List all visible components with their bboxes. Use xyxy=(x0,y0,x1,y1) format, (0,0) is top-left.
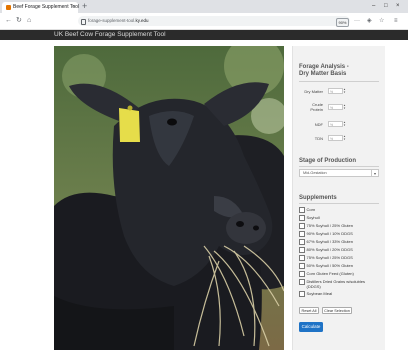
supplement-option[interactable]: 67% Soyhull / 33% Gluten xyxy=(299,239,379,245)
checkbox[interactable] xyxy=(299,263,305,269)
checkbox[interactable] xyxy=(299,255,305,261)
ndf-input[interactable]: % xyxy=(328,121,343,127)
checkbox[interactable] xyxy=(299,223,305,229)
address-bar[interactable]: forage-supplement-tool.ky.edu xyxy=(78,16,350,26)
back-icon[interactable]: ← xyxy=(5,13,12,29)
checkbox[interactable] xyxy=(299,279,305,285)
dry-matter-input[interactable]: % xyxy=(328,88,343,94)
ndf-label: NDF xyxy=(314,122,323,127)
supplement-option[interactable]: Corn Gluten Feed (Gluten) xyxy=(299,271,379,277)
close-window-icon[interactable]: × xyxy=(396,0,400,13)
dry-matter-label: Dry Matter xyxy=(304,89,323,94)
dry-matter-spinner-icon[interactable]: ▴ ▾ xyxy=(342,88,347,94)
divider xyxy=(299,203,379,204)
forage-title-line2: Dry Matter Basis xyxy=(299,71,347,77)
tdn-spinner-icon[interactable]: ▴ ▾ xyxy=(342,135,347,141)
forage-title-line1: Forage Analysis - xyxy=(299,64,349,70)
bookmark-star-icon[interactable]: ☆ xyxy=(379,13,384,29)
supplements-title: Supplements xyxy=(299,195,337,201)
crude-protein-spinner-icon[interactable]: ▴ ▾ xyxy=(342,104,347,110)
crude-protein-label-line2: Protein xyxy=(310,107,323,112)
checkbox[interactable] xyxy=(299,271,305,277)
supplement-option[interactable]: 90% Soyhull / 10% DDGS xyxy=(299,231,379,237)
browser-tab[interactable]: Beef Forage Supplement Tool × xyxy=(2,2,80,13)
stage-select[interactable]: Mid-Gestation ▾ xyxy=(299,169,379,177)
tdn-input[interactable]: % xyxy=(328,135,343,141)
supplement-option[interactable]: Distillers Dried Grains w/solubles (DDGS… xyxy=(299,279,379,289)
checkbox[interactable] xyxy=(299,215,305,221)
menu-icon[interactable]: ≡ xyxy=(394,13,398,29)
checkbox[interactable] xyxy=(299,247,305,253)
chevron-down-icon: ▾ xyxy=(371,170,378,177)
ndf-spinner-icon[interactable]: ▴ ▾ xyxy=(342,121,347,127)
supplement-option[interactable]: 75% Soyhull / 25% Gluten xyxy=(299,223,379,229)
tdn-label: TDN xyxy=(314,136,323,141)
app-title: UK Beef Cow Forage Supplement Tool xyxy=(54,31,166,38)
maximize-icon[interactable]: □ xyxy=(384,0,388,13)
zoom-level[interactable]: 90% xyxy=(336,18,349,27)
reset-all-button[interactable]: Reset All xyxy=(299,307,319,314)
checkbox[interactable] xyxy=(299,231,305,237)
app-header: UK Beef Cow Forage Supplement Tool xyxy=(0,30,408,40)
supplement-option[interactable]: Soybean Meal xyxy=(299,291,379,297)
close-tab-icon[interactable]: × xyxy=(72,2,75,13)
minimize-icon[interactable]: – xyxy=(372,0,375,13)
new-tab-button[interactable]: + xyxy=(82,1,87,12)
supplement-option[interactable]: Corn xyxy=(299,207,379,213)
supplement-option[interactable]: 50% Soyhull / 50% Gluten xyxy=(299,263,379,269)
supplement-option[interactable]: 75% Soyhull / 25% DDGS xyxy=(299,255,379,261)
more-icon[interactable]: ··· xyxy=(354,13,360,29)
shield-icon[interactable]: ◈ xyxy=(367,13,372,29)
clear-selection-button[interactable]: Clear Selection xyxy=(322,307,352,314)
tab-title: Beef Forage Supplement Tool xyxy=(13,4,80,10)
crude-protein-input[interactable]: % xyxy=(328,104,343,110)
divider xyxy=(299,81,379,82)
lock-icon xyxy=(81,19,86,25)
checkbox[interactable] xyxy=(299,239,305,245)
input-panel: Forage Analysis - Dry Matter Basis Dry M… xyxy=(292,46,385,350)
home-icon[interactable]: ⌂ xyxy=(27,13,31,29)
cow-photo xyxy=(54,46,284,350)
supplement-option[interactable]: Soyhull xyxy=(299,215,379,221)
calculate-button[interactable]: Calculate xyxy=(299,322,323,332)
checkbox[interactable] xyxy=(299,207,305,213)
reload-icon[interactable]: ↻ xyxy=(16,13,22,29)
divider xyxy=(299,166,379,167)
stage-selected-value: Mid-Gestation xyxy=(303,171,327,175)
stage-title: Stage of Production xyxy=(299,158,356,164)
supplement-option[interactable]: 80% Soyhull / 20% DDGS xyxy=(299,247,379,253)
checkbox[interactable] xyxy=(299,291,305,297)
url-text: forage-supplement-tool.ky.edu xyxy=(88,18,149,23)
browser-toolbar: ← ↻ ⌂ forage-supplement-tool.ky.edu 90% … xyxy=(0,13,408,30)
browser-tab-bar: Beef Forage Supplement Tool × + – □ × xyxy=(0,0,408,13)
favicon-icon xyxy=(6,5,11,10)
